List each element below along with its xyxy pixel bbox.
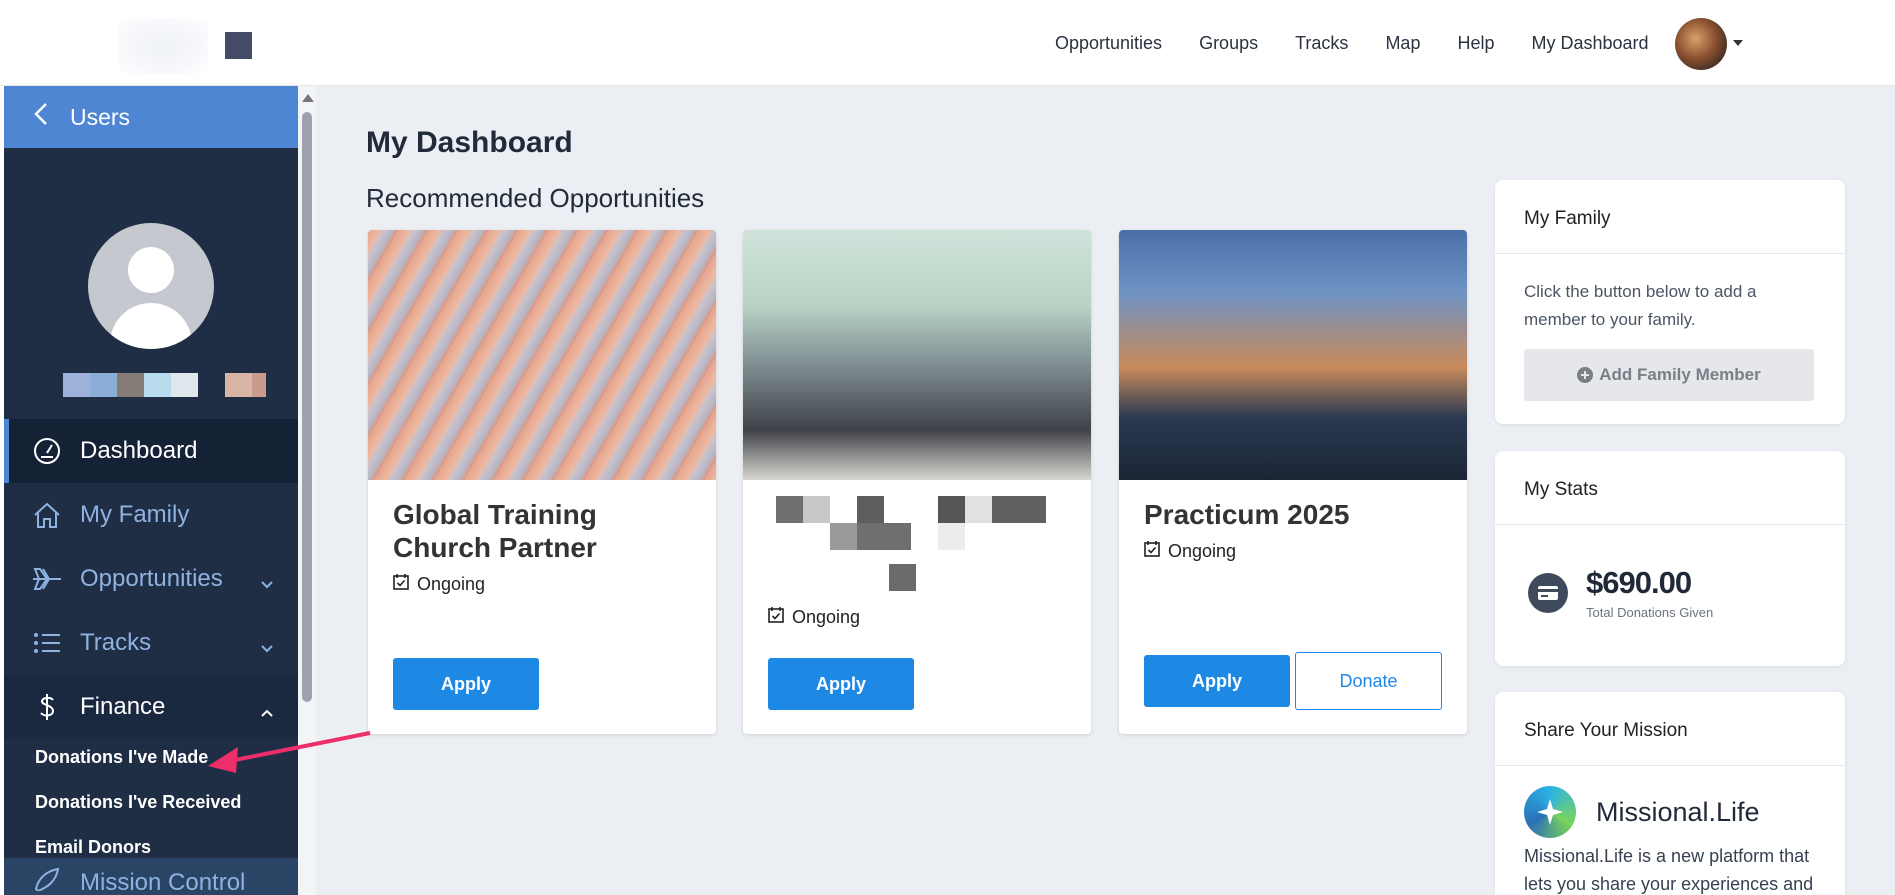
logo-blurred-image — [118, 18, 208, 74]
sidebar-subitem-donations-made[interactable]: Donations I've Made — [35, 747, 208, 768]
list-icon — [30, 628, 64, 658]
calendar-check-icon — [393, 573, 409, 595]
donate-button[interactable]: Donate — [1295, 652, 1442, 710]
panel-heading: Share Your Mission — [1495, 692, 1845, 766]
sidebar-subitem-donations-received[interactable]: Donations I've Received — [35, 792, 241, 813]
add-family-member-button[interactable]: Add Family Member — [1524, 349, 1814, 401]
caret-down-icon[interactable] — [1733, 40, 1743, 46]
calendar-check-icon — [768, 606, 784, 628]
apply-button[interactable]: Apply — [1144, 655, 1290, 707]
sidebar-item-opportunities[interactable]: Opportunities — [4, 547, 298, 611]
opportunity-card[interactable]: Ongoing Apply — [743, 230, 1091, 734]
sidebar-item-label: Finance — [80, 693, 166, 720]
sidebar-back-users[interactable]: Users — [4, 86, 298, 148]
sidebar-item-label: Opportunities — [80, 565, 223, 592]
profile-name-blurred — [63, 373, 266, 397]
nav-help[interactable]: Help — [1457, 33, 1494, 54]
nav-groups[interactable]: Groups — [1199, 33, 1258, 54]
top-navbar: Opportunities Groups Tracks Map Help My … — [0, 0, 1895, 86]
profile-avatar-placeholder — [88, 223, 214, 349]
share-mission-panel: Share Your Mission Missional.Life Missio… — [1495, 692, 1845, 895]
sidebar-item-label: Tracks — [80, 629, 152, 656]
logo-square — [225, 32, 252, 59]
opportunity-status: Ongoing — [393, 573, 485, 595]
status-label: Ongoing — [792, 606, 861, 627]
total-donations-value: $690.00 — [1586, 565, 1692, 600]
sidebar-item-tracks[interactable]: Tracks — [4, 611, 298, 675]
credit-card-icon — [1528, 572, 1568, 613]
dollar-icon — [30, 692, 64, 722]
main-nav: Opportunities Groups Tracks Map Help My … — [1055, 0, 1686, 86]
panel-heading: My Family — [1495, 180, 1845, 254]
apply-button[interactable]: Apply — [768, 658, 914, 710]
sidebar-item-dashboard[interactable]: Dashboard — [4, 419, 298, 483]
annotation-arrow-icon — [208, 731, 371, 773]
sidebar-item-my-family[interactable]: My Family — [4, 483, 298, 547]
total-donations-label: Total Donations Given — [1586, 605, 1714, 620]
opportunity-image — [368, 230, 716, 480]
add-family-member-label: Add Family Member — [1599, 365, 1761, 384]
status-label: Ongoing — [417, 573, 486, 594]
my-stats-panel: My Stats $690.00 Total Donations Given — [1495, 451, 1845, 666]
opportunity-card[interactable]: Global Training Church Partner Ongoing A… — [368, 230, 716, 734]
scroll-up-arrow-icon[interactable] — [302, 94, 314, 102]
opportunity-card[interactable]: Practicum 2025 Ongoing Apply Donate — [1119, 230, 1467, 734]
nav-my-dashboard[interactable]: My Dashboard — [1531, 33, 1648, 54]
scrollbar-thumb[interactable] — [302, 112, 312, 702]
missional-life-brand: Missional.Life — [1596, 796, 1760, 827]
nav-tracks[interactable]: Tracks — [1295, 33, 1348, 54]
chevron-down-icon — [260, 569, 274, 597]
nav-opportunities[interactable]: Opportunities — [1055, 33, 1162, 54]
chevron-up-icon — [260, 697, 274, 725]
page-title: My Dashboard — [366, 126, 573, 159]
calendar-check-icon — [1144, 540, 1160, 562]
panel-heading: My Stats — [1495, 451, 1845, 525]
rocket-icon — [30, 865, 64, 895]
opportunity-image — [743, 230, 1091, 480]
chevron-left-icon — [34, 102, 48, 133]
user-avatar[interactable] — [1675, 18, 1727, 70]
share-description: Missional.Life is a new platform that le… — [1524, 846, 1814, 894]
sidebar-item-label: Dashboard — [80, 437, 198, 464]
nav-map[interactable]: Map — [1385, 33, 1420, 54]
sidebar-subitem-email-donors[interactable]: Email Donors — [35, 837, 151, 858]
apply-button[interactable]: Apply — [393, 658, 539, 710]
opportunity-title[interactable]: Global Training Church Partner — [393, 498, 693, 564]
dashboard-gauge-icon — [30, 436, 64, 466]
site-logo[interactable] — [118, 10, 278, 74]
plane-icon — [30, 564, 64, 594]
plus-circle-icon — [1577, 367, 1594, 383]
missional-life-logo-icon — [1524, 786, 1576, 838]
section-title: Recommended Opportunities — [366, 183, 705, 213]
sidebar-item-label: Mission Control — [80, 869, 246, 895]
sidebar-back-label: Users — [70, 103, 131, 130]
opportunity-title[interactable]: Practicum 2025 — [1144, 498, 1444, 531]
opportunity-status: Ongoing — [1144, 540, 1236, 562]
home-icon — [30, 500, 64, 530]
opportunity-title-blurred — [776, 496, 1046, 591]
status-label: Ongoing — [1168, 540, 1237, 561]
opportunity-image — [1119, 230, 1467, 480]
sidebar-item-mission-control[interactable]: Mission Control — [4, 858, 298, 895]
sidebar-item-label: My Family — [80, 501, 190, 528]
my-family-panel: My Family Click the button below to add … — [1495, 180, 1845, 424]
family-description: Click the button below to add a member t… — [1524, 282, 1757, 329]
chevron-down-icon — [260, 633, 274, 661]
opportunity-status: Ongoing — [768, 606, 860, 628]
